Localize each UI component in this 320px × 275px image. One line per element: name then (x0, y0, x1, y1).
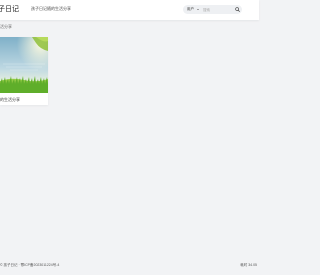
search-type-select[interactable]: 用户 (187, 7, 194, 12)
search-input[interactable] (203, 6, 231, 13)
footer-timing: 耗时 34.05 (240, 263, 257, 267)
footer-copyright[interactable]: © 孩子日记 · 鄂ICP备2023011224号-4 (0, 263, 59, 268)
site-title[interactable]: 子日记 (0, 4, 19, 14)
site-description: 孩子日记随的生活分享 (31, 6, 71, 11)
search-box: 用户 (183, 5, 242, 14)
site-header: 子日记 孩子日记随的生活分享 用户 (0, 0, 259, 20)
post-card[interactable]: 的生活分享 (0, 37, 48, 105)
search-icon[interactable] (235, 7, 240, 12)
post-title[interactable]: 的生活分享 (0, 97, 20, 103)
landscape-image (0, 37, 48, 93)
chevron-down-icon[interactable] (197, 8, 199, 10)
post-thumbnail[interactable] (0, 37, 48, 93)
breadcrumb[interactable]: 活分享 (0, 24, 12, 30)
